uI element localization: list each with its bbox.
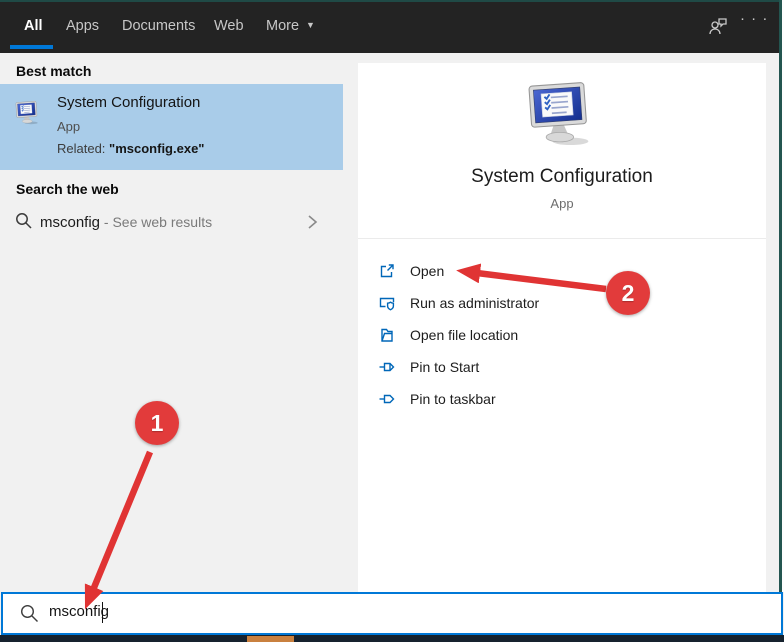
admin-shield-icon (378, 294, 396, 317)
windows-search-panel: All Apps Documents Web More ▼ · · · Best … (0, 0, 784, 642)
best-match-subtitle: App (57, 119, 80, 134)
tab-documents[interactable]: Documents (122, 18, 195, 34)
tab-apps[interactable]: Apps (66, 18, 99, 34)
web-result-text: msconfig - See web results (40, 214, 212, 231)
annotation-step-badge-2: 2 (606, 271, 650, 315)
pin-icon (378, 358, 396, 381)
system-configuration-monitor-icon (524, 81, 600, 156)
search-query-text: msconfig (49, 603, 109, 620)
search-web-header: Search the web (16, 181, 119, 197)
best-match-header: Best match (16, 63, 91, 79)
action-run-as-administrator[interactable]: Run as administrator (358, 287, 766, 319)
chevron-down-icon: ▼ (306, 20, 315, 30)
chevron-right-icon[interactable] (306, 214, 318, 235)
search-icon (14, 211, 33, 235)
action-pin-to-taskbar[interactable]: Pin to taskbar (358, 383, 766, 415)
web-suffix: - See web results (100, 214, 212, 230)
action-pin-to-start-label: Pin to Start (410, 359, 479, 375)
best-match-related: Related: "msconfig.exe" (57, 141, 204, 156)
open-launch-icon (378, 262, 396, 285)
desktop-edge-top (0, 0, 784, 2)
preview-title: System Configuration (358, 166, 766, 188)
system-configuration-monitor-icon (14, 100, 42, 132)
folder-icon (378, 326, 396, 349)
preview-subtitle: App (358, 196, 766, 211)
search-filter-tab-bar: All Apps Documents Web More ▼ · · · (0, 0, 784, 53)
annotation-step-badge-1: 1 (135, 401, 179, 445)
taskbar-search-input[interactable]: msconfig (1, 592, 783, 635)
divider (358, 238, 766, 239)
tab-more[interactable]: More ▼ (266, 18, 315, 34)
feedback-person-icon[interactable] (706, 15, 730, 44)
action-run-admin-label: Run as administrator (410, 295, 539, 311)
action-pin-to-start[interactable]: Pin to Start (358, 351, 766, 383)
action-open-file-location-label: Open file location (410, 327, 518, 343)
related-value: "msconfig.exe" (109, 141, 204, 156)
pin-icon (378, 390, 396, 413)
tab-all[interactable]: All (24, 18, 43, 34)
active-tab-indicator (10, 45, 53, 49)
action-open-label: Open (410, 263, 444, 279)
ellipsis-menu-icon[interactable]: · · · (740, 10, 768, 27)
text-caret (102, 602, 103, 623)
annotation-arrow-1 (93, 452, 150, 590)
search-icon (19, 603, 40, 629)
action-open-file-location[interactable]: Open file location (358, 319, 766, 351)
action-open[interactable]: Open (358, 255, 766, 287)
tab-more-label: More (266, 18, 299, 34)
taskbar-strip (0, 635, 784, 642)
taskbar-icon-fragment (247, 636, 294, 642)
best-match-title: System Configuration (57, 94, 200, 111)
tab-web[interactable]: Web (214, 18, 244, 34)
web-query: msconfig (40, 214, 100, 231)
result-preview-panel: System Configuration App Open Run as adm… (358, 63, 766, 592)
action-pin-to-taskbar-label: Pin to taskbar (410, 391, 496, 407)
related-prefix: Related: (57, 141, 109, 156)
